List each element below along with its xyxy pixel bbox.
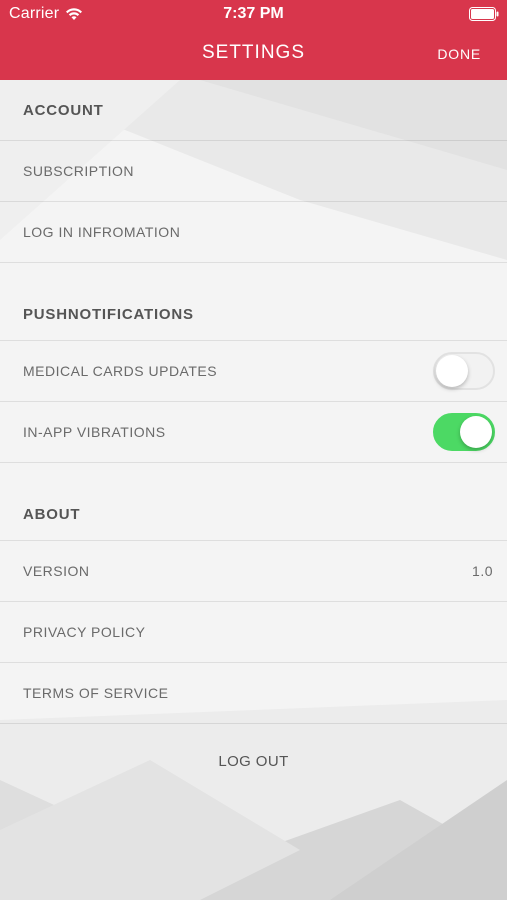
toggle-knob <box>460 416 492 448</box>
settings-row-terms-of-service[interactable]: TERMS OF SERVICE <box>0 663 507 724</box>
settings-row-medical-cards-updates: MEDICAL CARDS UPDATES <box>0 341 507 402</box>
toggle-knob <box>436 355 468 387</box>
status-bar: Carrier 7:37 PM <box>0 0 507 28</box>
section-title: ABOUT <box>23 506 81 523</box>
row-label: LOG IN INFROMATION <box>23 224 181 240</box>
in-app-vibrations-toggle[interactable] <box>433 413 495 451</box>
section-header-account: ACCOUNT <box>0 80 507 141</box>
page-title: SETTINGS <box>201 42 305 63</box>
nav-bar: Carrier 7:37 PM SETTINGS DONE <box>0 0 507 80</box>
row-label: TERMS OF SERVICE <box>23 685 169 701</box>
status-time: 7:37 PM <box>223 5 284 22</box>
settings-list: ACCOUNT SUBSCRIPTION LOG IN INFROMATION … <box>0 80 507 900</box>
settings-row-subscription[interactable]: SUBSCRIPTION <box>0 141 507 202</box>
settings-row-login-information[interactable]: LOG IN INFROMATION <box>0 202 507 263</box>
settings-row-in-app-vibrations: IN-APP VIBRATIONS <box>0 402 507 463</box>
done-button[interactable]: DONE <box>437 46 481 62</box>
row-label: IN-APP VIBRATIONS <box>23 424 166 440</box>
logout-button[interactable]: LOG OUT <box>0 753 507 770</box>
settings-row-version: VERSION 1.0 <box>0 541 507 602</box>
row-label: VERSION <box>23 563 90 579</box>
battery-icon <box>469 7 499 21</box>
row-label: MEDICAL CARDS UPDATES <box>23 363 218 379</box>
medical-cards-updates-toggle[interactable] <box>433 352 495 390</box>
row-label: PRIVACY POLICY <box>23 624 146 640</box>
section-header-about: ABOUT <box>0 463 507 541</box>
settings-row-privacy-policy[interactable]: PRIVACY POLICY <box>0 602 507 663</box>
row-label: SUBSCRIPTION <box>23 163 135 179</box>
section-title: PUSHNOTIFICATIONS <box>23 306 194 323</box>
section-header-push-notifications: PUSHNOTIFICATIONS <box>0 263 507 341</box>
section-title: ACCOUNT <box>23 101 104 119</box>
version-value: 1.0 <box>472 563 493 579</box>
